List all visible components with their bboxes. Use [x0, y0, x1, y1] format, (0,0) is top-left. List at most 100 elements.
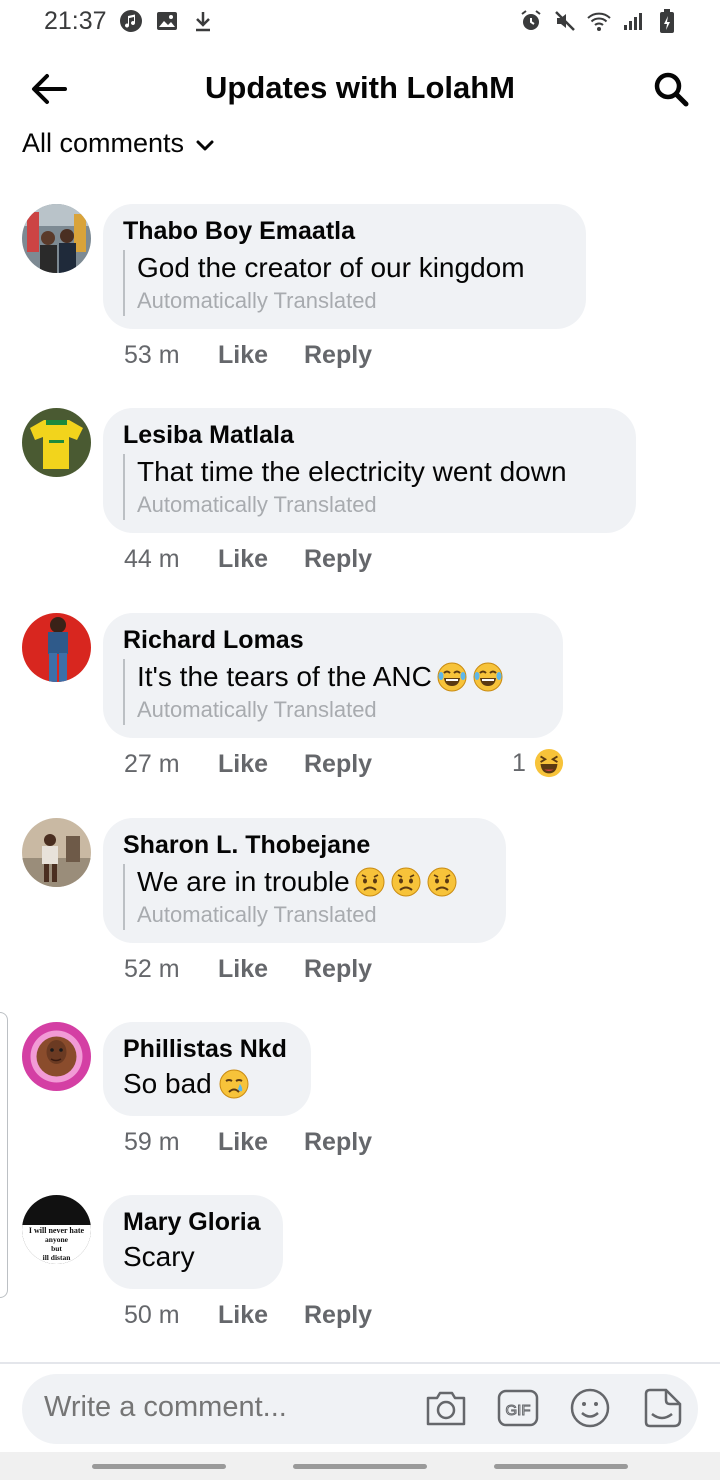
comment-author[interactable]: Mary Gloria	[123, 1207, 263, 1237]
worried-face-emoji-icon	[391, 867, 421, 897]
avatar[interactable]: I will never hate anyone but ill distan	[22, 1195, 91, 1264]
comment-bubble[interactable]: Phillistas Nkd So bad	[103, 1022, 311, 1116]
reply-button[interactable]: Reply	[304, 1301, 372, 1330]
comment-author[interactable]: Richard Lomas	[123, 625, 543, 655]
header: Updates with LolahM	[0, 60, 720, 116]
search-icon[interactable]	[648, 66, 694, 112]
download-icon	[190, 8, 216, 34]
reply-button[interactable]: Reply	[304, 750, 372, 779]
worried-face-emoji-icon	[427, 867, 457, 897]
comment-text: So bad	[123, 1068, 212, 1099]
comment-text-row: It's the tears of the ANC	[137, 659, 543, 695]
chevron-down-icon	[196, 128, 214, 159]
status-left-icons	[118, 8, 216, 34]
avatar-text-line: ill distan	[43, 1253, 72, 1262]
comment-actions: 27 m Like Reply	[124, 750, 372, 779]
comment-time: 27 m	[124, 750, 180, 778]
reply-button[interactable]: Reply	[304, 545, 372, 574]
comment-actions: 44 m Like Reply	[124, 545, 372, 574]
recents-button[interactable]	[92, 1464, 226, 1469]
thread-indicator	[0, 1012, 8, 1298]
comment-text: It's the tears of the ANC	[137, 661, 432, 692]
worried-face-emoji-icon	[355, 867, 385, 897]
comment-text: That time the electricity went down	[137, 456, 567, 487]
battery-icon	[654, 8, 680, 34]
comment-text-row: We are in trouble	[137, 864, 486, 900]
like-button[interactable]: Like	[218, 1128, 304, 1157]
translation-note[interactable]: Automatically Translated	[137, 286, 566, 316]
system-nav-bar	[0, 1452, 720, 1480]
back-button[interactable]	[494, 1464, 628, 1469]
avatar-text-line: I will never hate	[29, 1226, 85, 1235]
status-time: 21:37	[44, 7, 107, 35]
comment-author[interactable]: Thabo Boy Emaatla	[123, 216, 566, 246]
tears-of-joy-emoji-icon	[473, 662, 503, 692]
comment-bubble[interactable]: Sharon L. Thobejane We are in trouble Au…	[103, 818, 506, 943]
tears-of-joy-emoji-icon	[437, 662, 467, 692]
avatar[interactable]	[22, 204, 91, 273]
composer-icons: GIF	[424, 1386, 684, 1430]
like-button[interactable]: Like	[218, 341, 304, 370]
like-button[interactable]: Like	[218, 1301, 304, 1330]
reply-button[interactable]: Reply	[304, 955, 372, 984]
comment-bubble[interactable]: Thabo Boy Emaatla God the creator of our…	[103, 204, 586, 329]
crying-face-emoji-icon	[219, 1069, 249, 1099]
alarm-icon	[518, 8, 544, 34]
emoji-icon[interactable]	[568, 1386, 612, 1430]
avatar-text-line: anyone	[45, 1235, 69, 1244]
comment-time: 53 m	[124, 341, 180, 369]
avatar[interactable]	[22, 408, 91, 477]
comment-time: 44 m	[124, 545, 180, 573]
avatar[interactable]	[22, 613, 91, 682]
reply-button[interactable]: Reply	[304, 1128, 372, 1157]
comment-author[interactable]: Phillistas Nkd	[123, 1034, 291, 1064]
comment-bubble[interactable]: Richard Lomas It's the tears of the ANC …	[103, 613, 563, 738]
translated-block: That time the electricity went down Auto…	[123, 454, 616, 520]
like-button[interactable]: Like	[218, 545, 304, 574]
comment-bubble[interactable]: Mary Gloria Scary	[103, 1195, 283, 1289]
status-bar: 21:37	[0, 0, 720, 44]
comment-input[interactable]	[44, 1391, 424, 1424]
gif-icon[interactable]: GIF	[496, 1386, 540, 1430]
comment-author[interactable]: Sharon L. Thobejane	[123, 830, 486, 860]
avatar[interactable]	[22, 1022, 91, 1091]
composer-divider	[0, 1362, 720, 1364]
translated-block: It's the tears of the ANC Automatically …	[123, 659, 543, 725]
signal-icon	[620, 8, 646, 34]
like-button[interactable]: Like	[218, 750, 304, 779]
comment-bubble[interactable]: Lesiba Matlala That time the electricity…	[103, 408, 636, 533]
haha-reaction-icon	[534, 748, 563, 778]
image-icon	[154, 8, 180, 34]
comment-actions: 50 m Like Reply	[124, 1301, 372, 1330]
comment-text: Scary	[123, 1241, 195, 1272]
comment-time: 50 m	[124, 1301, 180, 1329]
translated-block: We are in trouble Automatically Translat…	[123, 864, 486, 930]
translated-block: God the creator of our kingdom Automatic…	[123, 250, 566, 316]
comment-actions: 53 m Like Reply	[124, 341, 372, 370]
avatar-text-line: but	[51, 1244, 62, 1253]
comment-actions: 52 m Like Reply	[124, 955, 372, 984]
translation-note[interactable]: Automatically Translated	[137, 695, 543, 725]
camera-icon[interactable]	[424, 1386, 468, 1430]
sticker-icon[interactable]	[640, 1386, 684, 1430]
reply-button[interactable]: Reply	[304, 341, 372, 370]
music-icon	[118, 8, 144, 34]
translation-note[interactable]: Automatically Translated	[137, 490, 616, 520]
like-button[interactable]: Like	[218, 955, 304, 984]
comment-text: God the creator of our kingdom	[137, 252, 525, 283]
comment-filter-dropdown[interactable]: All comments	[22, 128, 214, 159]
comment-time: 59 m	[124, 1128, 180, 1156]
reaction-count: 1	[512, 748, 526, 777]
svg-text:GIF: GIF	[506, 1402, 531, 1419]
translation-note[interactable]: Automatically Translated	[137, 900, 486, 930]
avatar[interactable]	[22, 818, 91, 887]
reaction-summary[interactable]: 1	[512, 748, 564, 778]
comment-text-row: So bad	[123, 1066, 291, 1102]
home-button[interactable]	[293, 1464, 427, 1469]
comment-time: 52 m	[124, 955, 180, 983]
wifi-icon	[586, 8, 612, 34]
comment-author[interactable]: Lesiba Matlala	[123, 420, 616, 450]
status-right-icons	[518, 8, 680, 34]
comment-text: We are in trouble	[137, 866, 350, 897]
comment-composer: GIF	[22, 1374, 698, 1444]
